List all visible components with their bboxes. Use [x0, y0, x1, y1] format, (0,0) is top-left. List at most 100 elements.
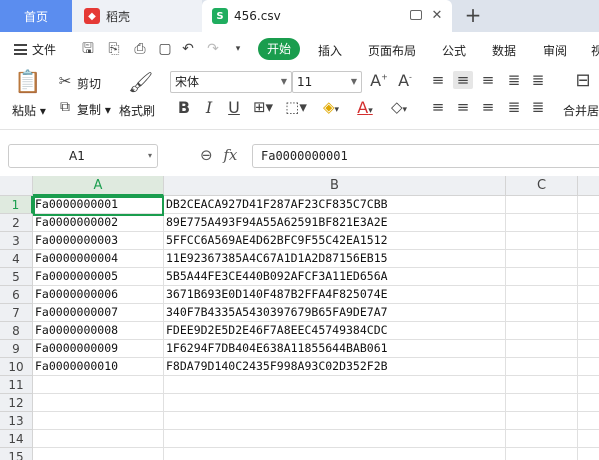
row-header[interactable]: 3 — [0, 232, 33, 250]
table-cell[interactable] — [506, 340, 578, 358]
align-left-icon[interactable]: ≡ — [430, 98, 446, 116]
zoom-search-icon[interactable]: ⊖ — [200, 146, 213, 164]
menu-insert[interactable]: 插入 — [318, 42, 342, 59]
fill-color-icon[interactable]: ◈▾ — [318, 98, 344, 116]
row-header[interactable]: 13 — [0, 412, 33, 430]
print-preview-icon[interactable]: ▢ — [157, 41, 173, 57]
table-cell[interactable] — [506, 250, 578, 268]
paste-icon[interactable]: 📋 — [14, 70, 41, 95]
table-cell[interactable] — [506, 196, 578, 214]
italic-icon[interactable]: I — [202, 98, 216, 117]
table-cell[interactable] — [506, 358, 578, 376]
print-icon[interactable]: ⎙ — [132, 41, 148, 57]
table-cell[interactable] — [578, 448, 599, 460]
table-cell[interactable] — [578, 196, 599, 214]
menu-data[interactable]: 数据 — [492, 42, 516, 59]
table-cell[interactable]: 5B5A44FE3CE440B092AFCF3A11ED656A — [164, 268, 506, 286]
paste-button[interactable]: 粘贴 ▾ — [12, 102, 46, 119]
table-cell[interactable]: Fa0000000004 — [33, 250, 164, 268]
table-cell[interactable] — [164, 412, 506, 430]
row-header[interactable]: 11 — [0, 376, 33, 394]
table-cell[interactable]: Fa0000000009 — [33, 340, 164, 358]
customize-dropdown-icon[interactable]: ▾ — [230, 41, 246, 57]
tab-file-456[interactable]: S 456.csv ✕ — [202, 0, 452, 32]
new-tab-button[interactable]: + — [462, 4, 484, 26]
table-cell[interactable] — [506, 322, 578, 340]
row-header[interactable]: 5 — [0, 268, 33, 286]
table-cell[interactable] — [578, 268, 599, 286]
select-all-corner[interactable] — [0, 176, 33, 196]
table-cell[interactable]: Fa0000000006 — [33, 286, 164, 304]
table-cell[interactable] — [578, 340, 599, 358]
row-header[interactable]: 6 — [0, 286, 33, 304]
formula-input[interactable]: Fa0000000001 — [252, 144, 599, 168]
table-cell[interactable]: Fa0000000010 — [33, 358, 164, 376]
align-bottom-icon[interactable]: ≡ — [480, 71, 496, 89]
format-painter-button[interactable]: 格式刷 — [119, 102, 155, 119]
table-cell[interactable] — [578, 304, 599, 322]
table-cell[interactable]: 5FFCC6A569AE4D62BFC9F55C42EA1512 — [164, 232, 506, 250]
close-tab-icon[interactable]: ✕ — [430, 9, 444, 23]
column-header-a[interactable]: A — [33, 176, 164, 196]
table-cell[interactable] — [33, 376, 164, 394]
table-cell[interactable] — [578, 394, 599, 412]
table-cell[interactable] — [578, 376, 599, 394]
table-cell[interactable]: Fa0000000005 — [33, 268, 164, 286]
file-menu[interactable]: 文件 — [14, 41, 56, 58]
menu-review[interactable]: 审阅 — [543, 42, 567, 59]
table-cell[interactable] — [506, 394, 578, 412]
table-cell[interactable] — [506, 376, 578, 394]
table-cell[interactable]: FDEE9D2E5D2E46F7A8EEC45749384CDC — [164, 322, 506, 340]
name-box[interactable]: A1 ▾ — [8, 144, 158, 168]
justify-icon[interactable]: ≣ — [506, 98, 522, 116]
table-cell[interactable] — [506, 448, 578, 460]
table-cell[interactable] — [506, 232, 578, 250]
table-cell[interactable] — [578, 250, 599, 268]
save-icon[interactable]: 🖫 — [80, 41, 96, 57]
table-cell[interactable]: 3671B693E0D140F487B2FFA4F825074E — [164, 286, 506, 304]
export-icon[interactable]: ⎘ — [106, 41, 122, 57]
redo-icon[interactable]: ↷ — [205, 41, 221, 57]
row-header[interactable]: 9 — [0, 340, 33, 358]
table-cell[interactable] — [578, 286, 599, 304]
table-cell[interactable] — [506, 412, 578, 430]
distribute-icon[interactable]: ≣ — [530, 98, 546, 116]
monitor-icon[interactable] — [410, 10, 422, 20]
bold-icon[interactable]: B — [176, 98, 192, 117]
table-cell[interactable] — [506, 214, 578, 232]
fx-icon[interactable]: fx — [223, 146, 237, 164]
table-cell[interactable]: 11E92367385A4C67A1D1A2D87156EB15 — [164, 250, 506, 268]
row-header[interactable]: 14 — [0, 430, 33, 448]
increase-font-icon[interactable]: A+ — [370, 71, 388, 90]
menu-page-layout[interactable]: 页面布局 — [368, 42, 416, 59]
table-cell[interactable] — [33, 412, 164, 430]
cell-style-icon[interactable]: ⬚▾ — [283, 98, 309, 116]
table-cell[interactable] — [578, 232, 599, 250]
align-top-icon[interactable]: ≡ — [430, 71, 446, 89]
table-cell[interactable] — [164, 376, 506, 394]
menu-view[interactable]: 视 — [591, 42, 599, 59]
table-cell[interactable]: 340F7B4335A5430397679B65FA9DE7A7 — [164, 304, 506, 322]
tab-docer[interactable]: ◆ 稻壳 — [72, 0, 202, 32]
table-cell[interactable] — [578, 412, 599, 430]
font-name-select[interactable]: 宋体 ▼ — [170, 71, 292, 93]
table-cell[interactable] — [506, 268, 578, 286]
table-cell[interactable] — [506, 304, 578, 322]
table-cell[interactable]: Fa0000000001 — [33, 196, 164, 214]
row-header[interactable]: 8 — [0, 322, 33, 340]
table-cell[interactable]: Fa0000000008 — [33, 322, 164, 340]
column-header-c[interactable]: C — [506, 176, 578, 196]
table-cell[interactable] — [578, 430, 599, 448]
row-header[interactable]: 12 — [0, 394, 33, 412]
tab-home[interactable]: 首页 — [0, 0, 72, 32]
table-cell[interactable] — [33, 394, 164, 412]
table-cell[interactable] — [578, 214, 599, 232]
row-header[interactable]: 4 — [0, 250, 33, 268]
table-cell[interactable] — [33, 430, 164, 448]
table-cell[interactable] — [164, 394, 506, 412]
row-header[interactable]: 10 — [0, 358, 33, 376]
table-cell[interactable] — [506, 430, 578, 448]
table-cell[interactable] — [164, 448, 506, 460]
table-cell[interactable]: Fa0000000007 — [33, 304, 164, 322]
column-header-b[interactable]: B — [164, 176, 506, 196]
